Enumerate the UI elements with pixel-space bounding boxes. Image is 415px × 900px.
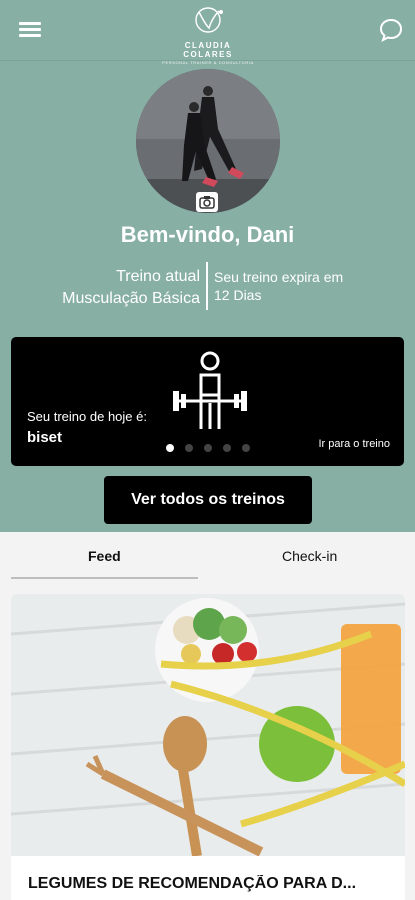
today-value: biset xyxy=(27,429,63,446)
carousel-dot[interactable] xyxy=(166,444,174,452)
feed-post[interactable]: LEGUMES DE RECOMENDAÇÃO PARA D... xyxy=(11,594,405,900)
chat-bubble-icon[interactable] xyxy=(378,17,404,43)
view-all-workouts-button[interactable]: Ver todos os treinos xyxy=(104,476,312,524)
post-title: LEGUMES DE RECOMENDAÇÃO PARA D... xyxy=(28,875,357,892)
plan-divider xyxy=(206,262,208,310)
welcome-title: Bem-vindo, Dani xyxy=(120,222,295,247)
carousel-dot[interactable] xyxy=(185,444,193,452)
logo-mark-icon xyxy=(195,7,223,33)
post-image xyxy=(11,594,405,856)
carousel-dot[interactable] xyxy=(204,444,212,452)
today-label: Seu treino de hoje é: xyxy=(27,409,147,424)
brand-name: CLAUDIA COLARES xyxy=(183,41,233,59)
carousel-dot[interactable] xyxy=(242,444,250,452)
brand-tagline: PERSONAL TRAINER & CONSULTORIA xyxy=(162,60,254,65)
app-bar: CLAUDIA COLARES PERSONAL TRAINER & CONSU… xyxy=(0,0,415,65)
go-to-workout-link[interactable]: Ir para o treino xyxy=(318,438,390,450)
plan-expiry: Seu treino expira em 12 Dias xyxy=(214,268,394,304)
tab-check-in[interactable]: Check-in xyxy=(282,548,337,564)
tab-feed[interactable]: Feed xyxy=(88,548,121,564)
weightlifting-icon xyxy=(173,351,247,429)
brand-logo: CLAUDIA COLARES PERSONAL TRAINER & CONSU… xyxy=(160,6,256,65)
hamburger-menu-icon[interactable] xyxy=(19,22,41,38)
feed-tabs: Feed Check-in xyxy=(0,532,415,582)
carousel-dot[interactable] xyxy=(223,444,231,452)
plan-label: Treino atual xyxy=(116,268,200,285)
tab-indicator xyxy=(11,577,198,579)
plan-name: Musculação Básica xyxy=(62,290,200,307)
expire-value: 12 Dias xyxy=(214,287,262,303)
current-plan: Treino atual Musculação Básica xyxy=(20,266,200,310)
expire-label: Seu treino expira em xyxy=(214,269,344,285)
today-workout-card[interactable]: Seu treino de hoje é: biset Ir para o tr… xyxy=(11,337,404,466)
camera-icon[interactable] xyxy=(196,192,218,212)
profile-header: CLAUDIA COLARES PERSONAL TRAINER & CONSU… xyxy=(0,0,415,532)
